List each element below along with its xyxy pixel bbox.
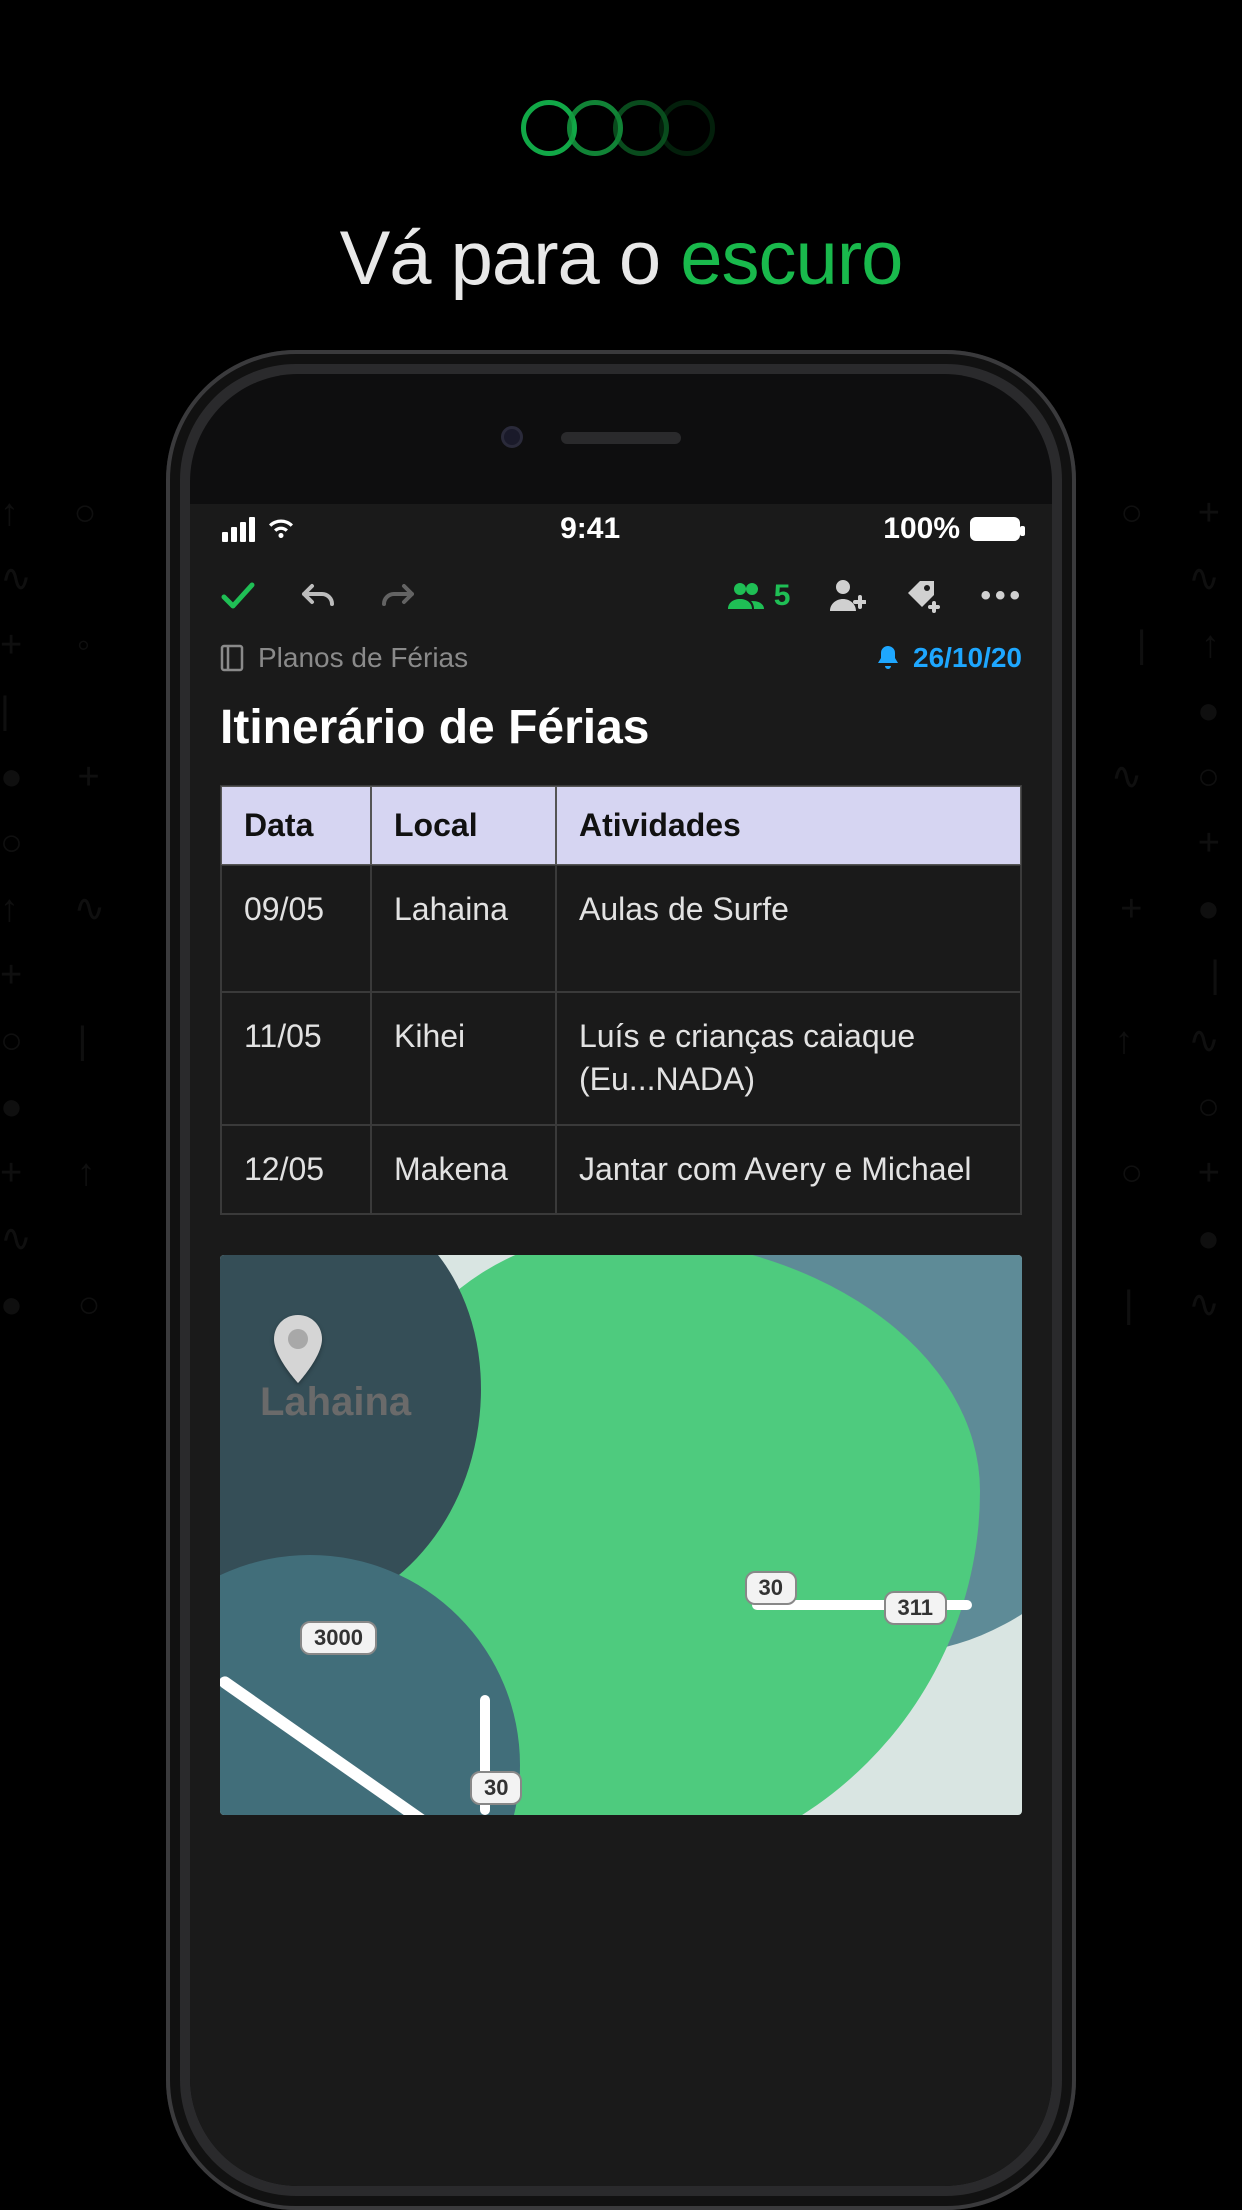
note-title[interactable]: Itinerário de Férias <box>190 688 1052 785</box>
share-count-value: 5 <box>774 579 791 613</box>
reminder-button[interactable]: 26/10/20 <box>875 642 1022 674</box>
map-attachment[interactable]: Lahaina 3000 30 311 30 <box>220 1255 1022 1815</box>
cell-place: Makena <box>371 1125 556 1214</box>
decor-right: ○ + ∿| ↑ ●∿ ○ ++ ● |↑ ∿ ○○ + ●| ∿ + <box>1072 480 1242 1360</box>
col-date: Data <box>221 786 371 865</box>
road-badge: 30 <box>470 1771 522 1805</box>
tagline-plain: Vá para o <box>340 216 681 301</box>
cell-activity: Luís e crianças caiaque (Eu...NADA) <box>556 992 1021 1124</box>
cell-activity: Aulas de Surfe <box>556 865 1021 992</box>
tagline: Vá para o escuro <box>0 215 1242 302</box>
itinerary-table[interactable]: Data Local Atividades 09/05 Lahaina Aula… <box>220 785 1022 1215</box>
note-meta-row: Planos de Férias 26/10/20 <box>190 642 1052 688</box>
speaker-icon <box>561 432 681 444</box>
add-person-button[interactable] <box>830 579 866 613</box>
tagline-accent: escuro <box>680 216 902 301</box>
battery-percent: 100% <box>883 512 960 546</box>
more-button[interactable]: ••• <box>980 579 1024 613</box>
camera-icon <box>501 426 523 448</box>
wifi-icon <box>265 517 297 541</box>
note-toolbar: 5 ••• <box>190 558 1052 642</box>
road-badge: 30 <box>745 1571 797 1605</box>
add-tag-button[interactable] <box>906 579 940 613</box>
notebook-crumb[interactable]: Planos de Férias <box>220 642 468 674</box>
done-button[interactable] <box>218 576 258 616</box>
undo-button[interactable] <box>298 576 338 616</box>
share-count-button[interactable]: 5 <box>728 579 791 613</box>
cell-date: 11/05 <box>221 992 371 1124</box>
cell-place: Lahaina <box>371 865 556 992</box>
signal-icon <box>222 517 255 542</box>
logo-circles-icon <box>521 100 721 160</box>
cell-activity: Jantar com Avery e Michael <box>556 1125 1021 1214</box>
status-bar: 9:41 100% <box>190 504 1052 558</box>
logo <box>0 100 1242 160</box>
col-place: Local <box>371 786 556 865</box>
hero: Vá para o escuro <box>0 0 1242 302</box>
col-activity: Atividades <box>556 786 1021 865</box>
screen: 9:41 100% 5 <box>190 504 1052 2186</box>
phone-frame: 9:41 100% 5 <box>166 350 1076 2210</box>
battery-icon <box>970 517 1020 541</box>
cell-date: 12/05 <box>221 1125 371 1214</box>
people-icon <box>728 581 766 611</box>
table-row[interactable]: 11/05 Kihei Luís e crianças caiaque (Eu.… <box>221 992 1021 1124</box>
table-row[interactable]: 12/05 Makena Jantar com Avery e Michael <box>221 1125 1021 1214</box>
table-row[interactable]: 09/05 Lahaina Aulas de Surfe <box>221 865 1021 992</box>
notebook-icon <box>220 644 244 672</box>
map-pin-icon <box>270 1315 326 1385</box>
map-pin-label: Lahaina <box>260 1380 411 1425</box>
road-badge: 311 <box>884 1591 948 1625</box>
redo-button[interactable] <box>378 576 418 616</box>
cell-date: 09/05 <box>221 865 371 992</box>
road-badge: 3000 <box>300 1621 377 1655</box>
bell-icon <box>875 644 901 672</box>
notebook-name: Planos de Férias <box>258 642 468 674</box>
cell-place: Kihei <box>371 992 556 1124</box>
reminder-date: 26/10/20 <box>913 642 1022 674</box>
table-header-row: Data Local Atividades <box>221 786 1021 865</box>
status-time: 9:41 <box>560 512 620 546</box>
decor-left: ↑ ○ ∿+ ◦ |● + ○↑ ∿ +○ | ●+ ↑ ∿● ○ + <box>0 480 170 1360</box>
